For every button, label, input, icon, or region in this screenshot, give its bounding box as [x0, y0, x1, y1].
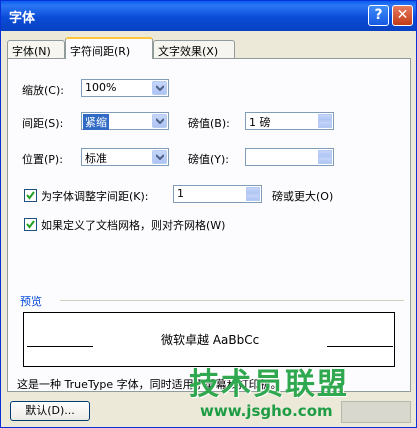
chevron-down-icon[interactable]: [152, 150, 167, 164]
default-button[interactable]: 默认(D)...: [10, 401, 90, 421]
kerning-checkbox[interactable]: [24, 189, 37, 202]
spin-down-icon[interactable]: [318, 157, 332, 164]
kerning-value: 1: [177, 187, 184, 200]
spacing-select[interactable]: 紧缩: [81, 112, 169, 130]
tab-font[interactable]: 字体(N): [7, 40, 65, 58]
watermark-url: www.jsgho.com: [200, 402, 333, 420]
window-title: 字体: [9, 11, 36, 26]
chevron-down-icon[interactable]: [152, 81, 167, 95]
kerning-suffix: 磅或更大(O): [272, 190, 334, 203]
help-button[interactable]: ?: [368, 5, 389, 26]
preview-label: 预览: [20, 295, 42, 308]
kerning-label: 为字体调整字间距(K):: [41, 190, 149, 203]
tab-text-effects[interactable]: 文字效果(X): [153, 40, 235, 58]
spin-down-icon[interactable]: [318, 121, 332, 128]
scale-select[interactable]: 100%: [81, 79, 169, 97]
chevron-down-icon[interactable]: [152, 114, 167, 128]
preview-divider: [60, 300, 404, 301]
scale-label: 缩放(C):: [22, 84, 64, 97]
snap-to-grid-label: 如果定义了文档网格，则对齐网格(W): [41, 219, 226, 232]
spin-up-icon[interactable]: [318, 114, 332, 121]
position-value: 标准: [85, 152, 107, 165]
kerning-spinner[interactable]: 1: [173, 185, 262, 203]
position-pt-spinner[interactable]: [245, 148, 334, 166]
spacing-pt-spinner[interactable]: 1 磅: [245, 112, 334, 130]
position-select[interactable]: 标准: [81, 148, 169, 166]
spacing-pt-value: 1 磅: [249, 116, 271, 129]
scale-value: 100%: [85, 81, 117, 94]
preview-baseline-right: [327, 346, 393, 347]
spacing-value: 紧缩: [83, 114, 109, 130]
title-bar[interactable]: 字体 ? ✕: [1, 1, 416, 31]
snap-to-grid-checkbox[interactable]: [24, 218, 37, 231]
spin-up-icon[interactable]: [318, 150, 332, 157]
position-pt-label: 磅值(Y):: [188, 153, 230, 166]
position-label: 位置(P):: [22, 153, 63, 166]
spin-up-icon[interactable]: [246, 187, 260, 194]
tab-character-spacing[interactable]: 字符间距(R): [65, 37, 153, 59]
obscured-buttons: [341, 401, 411, 423]
preview-text: 微软卓越 AaBbCc: [161, 333, 260, 347]
font-dialog: 字体 ? ✕ 字体(N) 字符间距(R) 文字效果(X) 缩放(C): 100%…: [0, 0, 417, 428]
watermark-logo: 技术员联盟: [189, 367, 349, 402]
preview-baseline-left: [27, 346, 93, 347]
spin-down-icon[interactable]: [246, 194, 260, 201]
spacing-pt-label: 磅值(B):: [188, 117, 230, 130]
close-button[interactable]: ✕: [392, 5, 413, 26]
spacing-label: 间距(S):: [22, 117, 64, 130]
